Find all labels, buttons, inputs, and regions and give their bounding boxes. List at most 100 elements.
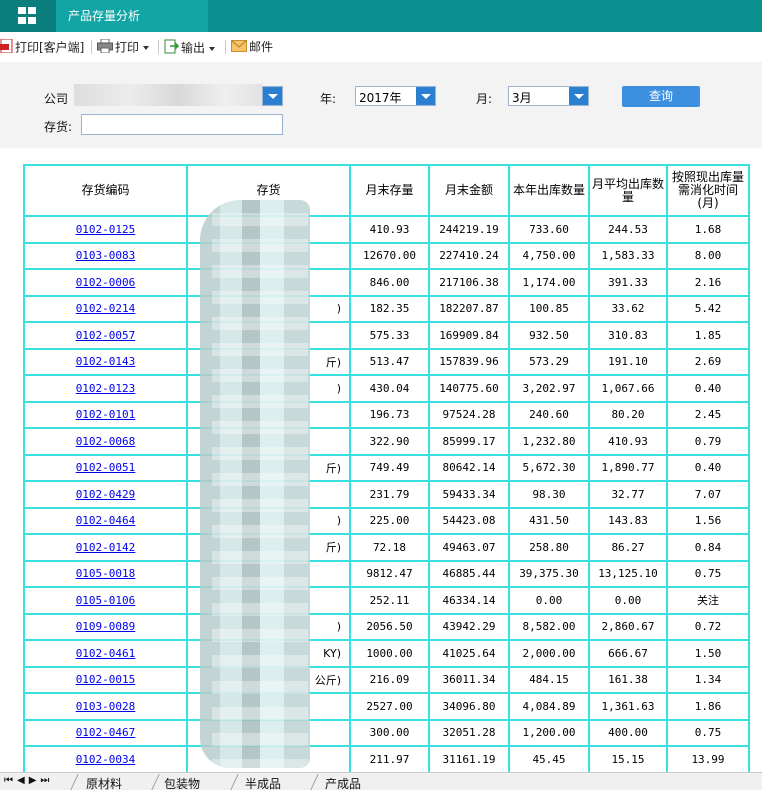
inventory-code-link[interactable]: 0102-0464: [23, 506, 188, 535]
table-row: 0109-0089) 2056.50 43942.29 8,582.00 2,860.6…: [23, 612, 750, 641]
inventory-name-cell: ): [186, 612, 351, 641]
month-end-qty-cell: 513.47: [349, 347, 430, 376]
month-end-amount-cell: 157839.96: [428, 347, 510, 376]
month-label: 月:: [476, 92, 493, 106]
month-end-amount-cell: 32051.28: [428, 718, 510, 747]
print-button[interactable]: 打印: [97, 38, 150, 55]
month-select[interactable]: 3月: [508, 86, 589, 106]
inventory-code-link[interactable]: 0103-0028: [23, 692, 188, 721]
month-end-qty-cell: 225.00: [349, 506, 430, 535]
inventory-name-cell: [186, 268, 351, 297]
inventory-code-link[interactable]: 0102-0142: [23, 533, 188, 562]
inventory-code-link[interactable]: 0102-0125: [23, 215, 188, 244]
monthly-avg-out-cell: 1,361.63: [588, 692, 668, 721]
ytd-out-qty-cell: 240.60: [508, 400, 590, 429]
mail-button[interactable]: 邮件: [231, 39, 273, 55]
sheet-tab-packaging[interactable]: 包装物: [164, 775, 200, 792]
sheet-tab-raw-materials[interactable]: 原材料: [86, 775, 122, 792]
month-end-amount-cell: 85999.17: [428, 427, 510, 456]
monthly-avg-out-cell: 391.33: [588, 268, 668, 297]
company-select[interactable]: [262, 86, 283, 106]
table-body: 0102-0125 410.93 244219.19 733.60 244.53 1.68…: [23, 215, 750, 774]
inventory-code-link[interactable]: 0102-0143: [23, 347, 188, 376]
inventory-code-link[interactable]: 0109-0089: [23, 612, 188, 641]
print-client-button[interactable]: 打印[客户端]: [0, 38, 85, 55]
ytd-out-qty-cell: 733.60: [508, 215, 590, 244]
app-menu-button[interactable]: [0, 0, 56, 32]
month-end-amount-cell: 49463.07: [428, 533, 510, 562]
table-row: 0102-0123) 430.04 140775.60 3,202.97 1,067.6…: [23, 374, 750, 403]
inventory-name-cell: ): [186, 374, 351, 403]
table-row: 0102-0015 公斤) 216.09 36011.34 484.15 161.38 1.…: [23, 665, 750, 694]
inventory-name-cell: 斤): [186, 533, 351, 562]
mail-icon: [231, 39, 247, 56]
monthly-avg-out-cell: 1,890.77: [588, 453, 668, 482]
inventory-code-link[interactable]: 0102-0429: [23, 480, 188, 509]
months-to-consume-cell: 0.40: [666, 453, 750, 482]
month-end-qty-cell: 575.33: [349, 321, 430, 350]
ytd-out-qty-cell: 431.50: [508, 506, 590, 535]
ytd-out-qty-cell: 8,582.00: [508, 612, 590, 641]
sheet-nav-buttons[interactable]: ⏮◀▶⏭: [4, 775, 53, 786]
inventory-table: 存货编码 存货 月末存量 月末金额 本年出库数量 月平均出库数量 按照现出库量需…: [23, 164, 750, 774]
inventory-code-link[interactable]: 0102-0214: [23, 294, 188, 323]
inventory-name-cell: [186, 427, 351, 456]
inventory-name-cell: [186, 559, 351, 588]
chevron-down-icon: [209, 46, 216, 51]
monthly-avg-out-cell: 0.00: [588, 586, 668, 615]
month-end-qty-cell: 846.00: [349, 268, 430, 297]
title-bar: 产品存量分析: [0, 0, 762, 32]
months-to-consume-cell: 2.69: [666, 347, 750, 376]
table-row: 0102-0057 575.33 169909.84 932.50 310.83 1.85: [23, 321, 750, 350]
table-row: 0102-0006 846.00 217106.38 1,174.00 391.33 2.…: [23, 268, 750, 297]
inventory-code-link[interactable]: 0102-0051: [23, 453, 188, 482]
dropdown-arrow-icon: [569, 87, 588, 105]
month-end-amount-cell: 182207.87: [428, 294, 510, 323]
ytd-out-qty-cell: 258.80: [508, 533, 590, 562]
table-row: 0102-0125 410.93 244219.19 733.60 244.53 1.68: [23, 215, 750, 244]
ytd-out-qty-cell: 45.45: [508, 745, 590, 774]
month-end-amount-cell: 140775.60: [428, 374, 510, 403]
inventory-name-cell: KY): [186, 639, 351, 668]
inventory-code-link[interactable]: 0103-0083: [23, 241, 188, 270]
inventory-input[interactable]: [81, 114, 283, 135]
year-select[interactable]: 2017年: [355, 86, 436, 106]
query-button[interactable]: 查询: [622, 86, 700, 107]
month-end-qty-cell: 72.18: [349, 533, 430, 562]
sheet-tab-bar: ⏮◀▶⏭ 原材料 包装物 半成品 产成品: [0, 772, 762, 792]
table-header-row: 存货编码 存货 月末存量 月末金额 本年出库数量 月平均出库数量 按照现出库量需…: [23, 164, 750, 217]
ytd-out-qty-cell: 484.15: [508, 665, 590, 694]
inventory-code-link[interactable]: 0102-0034: [23, 745, 188, 774]
inventory-code-link[interactable]: 0102-0015: [23, 665, 188, 694]
export-button[interactable]: 输出: [164, 39, 216, 55]
month-end-qty-cell: 252.11: [349, 586, 430, 615]
tab-inventory-analysis[interactable]: 产品存量分析: [56, 0, 208, 32]
inventory-code-link[interactable]: 0102-0057: [23, 321, 188, 350]
inventory-code-link[interactable]: 0102-0006: [23, 268, 188, 297]
ytd-out-qty-cell: 4,750.00: [508, 241, 590, 270]
inventory-code-link[interactable]: 0102-0461: [23, 639, 188, 668]
table-row: 0105-0106 252.11 46334.14 0.00 0.00 关注: [23, 586, 750, 615]
table-row: 0102-0051 斤) 749.49 80642.14 5,672.30 1,890.7…: [23, 453, 750, 482]
monthly-avg-out-cell: 32.77: [588, 480, 668, 509]
inventory-code-link[interactable]: 0102-0123: [23, 374, 188, 403]
inventory-name-cell: 公斤): [186, 665, 351, 694]
monthly-avg-out-cell: 15.15: [588, 745, 668, 774]
inventory-code-link[interactable]: 0102-0068: [23, 427, 188, 456]
month-end-amount-cell: 217106.38: [428, 268, 510, 297]
inventory-code-link[interactable]: 0105-0018: [23, 559, 188, 588]
inventory-code-link[interactable]: 0102-0467: [23, 718, 188, 747]
months-to-consume-cell: 1.50: [666, 639, 750, 668]
sheet-tab-finished-goods[interactable]: 产成品: [325, 775, 361, 792]
month-end-amount-cell: 54423.08: [428, 506, 510, 535]
month-end-amount-cell: 46885.44: [428, 559, 510, 588]
inventory-code-link[interactable]: 0105-0106: [23, 586, 188, 615]
print-client-label: 打印[客户端]: [15, 40, 85, 55]
inventory-code-link[interactable]: 0102-0101: [23, 400, 188, 429]
monthly-avg-out-cell: 400.00: [588, 718, 668, 747]
months-to-consume-cell: 0.84: [666, 533, 750, 562]
month-end-amount-cell: 36011.34: [428, 665, 510, 694]
month-end-qty-cell: 9812.47: [349, 559, 430, 588]
month-end-amount-cell: 34096.80: [428, 692, 510, 721]
sheet-tab-semi-finished[interactable]: 半成品: [245, 775, 281, 792]
